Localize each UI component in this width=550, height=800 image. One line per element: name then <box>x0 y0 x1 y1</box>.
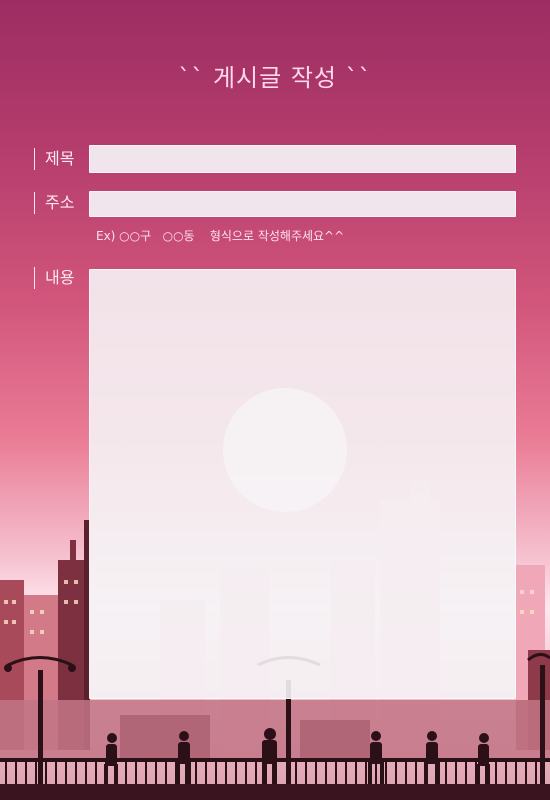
subject-input[interactable] <box>89 145 516 173</box>
page-title: `` 게시글 작성 `` <box>178 64 372 92</box>
address-label: 주소 <box>34 192 74 214</box>
content-label: 내용 <box>34 267 74 289</box>
pedestrians <box>104 728 490 784</box>
address-input[interactable] <box>89 191 516 217</box>
subject-label: 제목 <box>34 148 74 170</box>
left-buildings <box>0 520 90 750</box>
bridge-railing <box>0 758 550 800</box>
content-textarea[interactable] <box>89 269 516 699</box>
address-hint: Ex) ○○구 ○○동 형식으로 작성해주세요^^ <box>96 229 345 243</box>
right-buildings <box>515 565 550 750</box>
